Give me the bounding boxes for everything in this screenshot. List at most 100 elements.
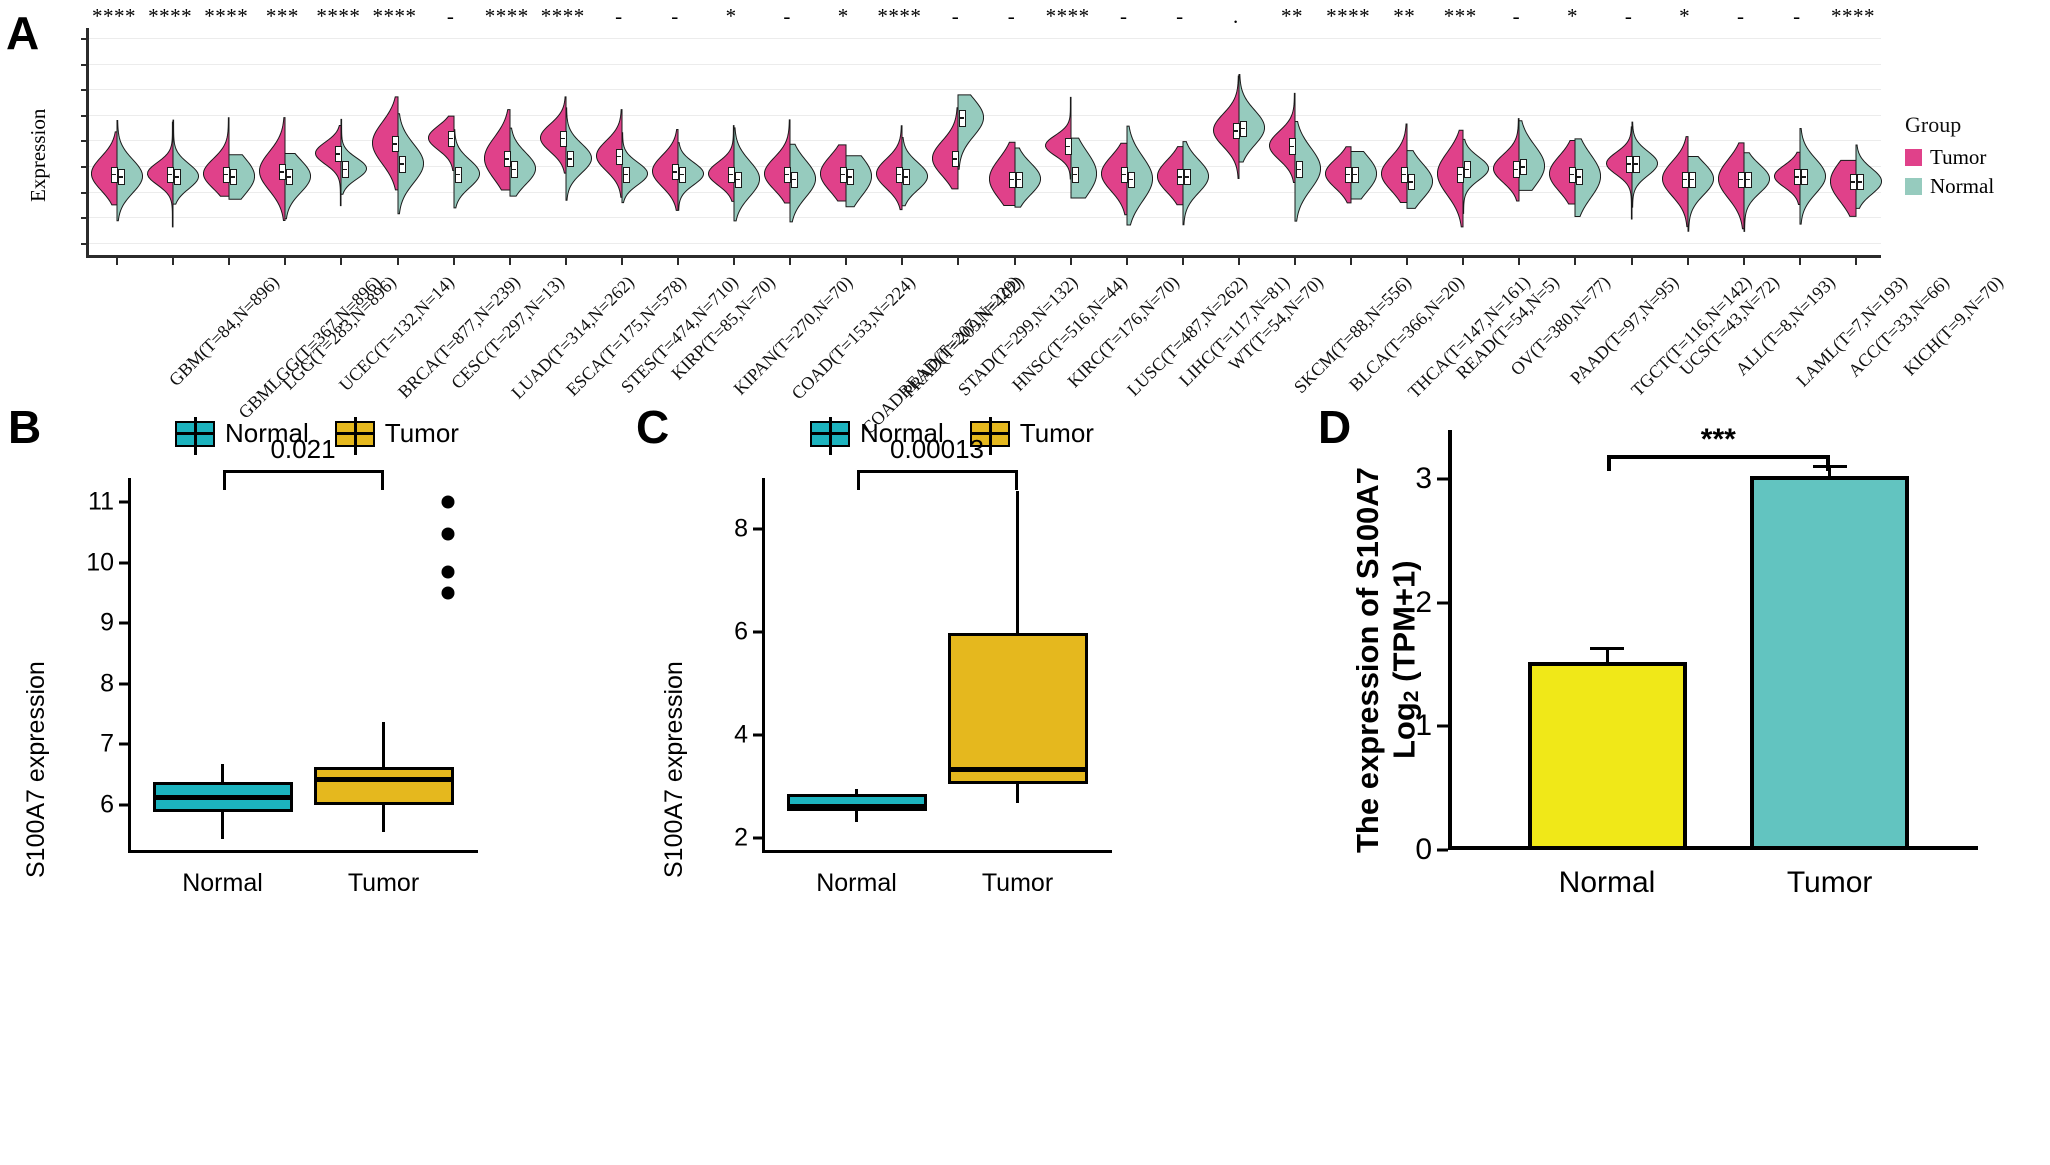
x-tick-mark [957, 258, 960, 265]
violin-shape [1100, 125, 1153, 226]
bracket-left [856, 470, 860, 490]
y-tick-mark [753, 733, 762, 737]
y-tick-mark [1437, 848, 1448, 852]
significance-marker: **** [1830, 4, 1875, 28]
y-tick-mark [81, 89, 89, 92]
violin-pair [1661, 28, 1714, 258]
panel-b-letter: B [8, 401, 42, 453]
significance-marker: **** [877, 4, 922, 28]
violin-half-tumor [932, 107, 959, 190]
violin-median-line [615, 155, 621, 158]
y-tick-mark [81, 63, 89, 66]
violin-median-line [566, 158, 572, 160]
legend-entry-tumor: Tumor [334, 416, 459, 455]
y-tick-label: 2 [1415, 585, 1432, 619]
violin-median-line [622, 173, 628, 176]
y-tick-label: 1 [1415, 709, 1432, 743]
x-tick-mark [1125, 258, 1128, 265]
violin-median-line [286, 176, 292, 178]
significance-marker: *** [265, 4, 299, 28]
y-tick-mark [1437, 601, 1448, 605]
violin-median-line [1345, 173, 1351, 176]
violin-pair [315, 28, 368, 258]
y-tick-label: 4 [734, 720, 748, 749]
x-axis-label-tumor: Tumor [347, 869, 420, 897]
box-tumor [947, 633, 1088, 784]
median-line [152, 795, 293, 800]
x-tick-mark [452, 258, 455, 265]
x-axis-label: GBM(T=84,N=896) [165, 272, 283, 390]
violin-median-line [671, 171, 677, 173]
panel-d-y-axis-label: The expression of S100A7 Log2 (TPM+1) [1350, 460, 1423, 860]
legend-swatch-normal [1905, 178, 1922, 195]
panel-d-y-axis-label-line1: The expression of S100A7 [1350, 467, 1385, 853]
legend-entry-normal: Normal [1905, 174, 1994, 199]
x-tick-mark [620, 258, 623, 265]
violin-pair [764, 28, 817, 258]
violin-pair [539, 28, 592, 258]
significance-marker: - [615, 4, 623, 28]
violin-median-line [111, 173, 117, 176]
panel-a-plot-area [81, 28, 1882, 265]
violin-median-line [1632, 163, 1638, 166]
violin-median-line [1296, 168, 1302, 171]
x-tick-mark [116, 258, 119, 265]
significance-marker: **** [316, 4, 361, 28]
y-tick-label: 11 [88, 487, 114, 516]
violin-median-line [903, 176, 909, 178]
violin-median-line [454, 173, 460, 176]
significance-marker: - [1007, 4, 1016, 28]
legend-entry-tumor: Tumor [1905, 145, 1994, 170]
violin-half-normal [1743, 152, 1770, 232]
violin-half-tumor [203, 117, 230, 197]
box-tumor [313, 767, 454, 805]
median-line [947, 767, 1088, 772]
violin-median-line [1800, 176, 1806, 178]
significance-marker: - [1793, 4, 1801, 28]
bracket-right [1825, 455, 1830, 471]
bar-normal [1527, 662, 1687, 850]
violin-median-line [398, 163, 404, 166]
error-cap-normal [1590, 647, 1624, 651]
x-tick-mark [676, 258, 679, 265]
violin-pair [1437, 28, 1490, 258]
bracket-top [222, 470, 384, 473]
legend-swatch-normal [810, 416, 850, 455]
y-tick-label: 8 [100, 669, 114, 698]
violin-half-tumor [315, 124, 342, 207]
x-tick-mark [340, 258, 343, 265]
violin-median-line [959, 117, 965, 120]
violin-median-line [678, 173, 684, 176]
violin-median-line [1071, 173, 1077, 176]
violin-shape [651, 129, 704, 211]
violin-median-line [1232, 130, 1238, 132]
outlier-point [441, 495, 454, 509]
violin-half-normal [957, 94, 985, 170]
legend-swatch-tumor [334, 416, 375, 455]
significance-marker: - [446, 4, 455, 28]
violin-median-line [1744, 178, 1750, 181]
significance-marker: **** [92, 4, 137, 28]
panel-a-legend: Group Tumor Normal [1905, 112, 1994, 203]
x-tick-mark [564, 258, 567, 265]
violin-median-line [510, 168, 516, 171]
legend-title: Group [1905, 112, 1962, 137]
y-tick-mark [119, 803, 128, 807]
violin-pair [1773, 28, 1826, 258]
x-tick-mark [1013, 258, 1016, 265]
violin-shape [1717, 142, 1770, 232]
x-tick-mark [1350, 258, 1353, 265]
legend-swatch-normal [175, 416, 215, 455]
violin-median-line [1015, 178, 1021, 181]
violin-shape [595, 109, 648, 204]
y-tick-mark [81, 140, 89, 143]
violin-half-normal [1238, 73, 1265, 163]
significance-marker: - [1737, 4, 1745, 28]
violin-median-line [1289, 145, 1295, 148]
significance-marker: . [1233, 4, 1239, 28]
y-tick-mark [81, 114, 89, 117]
violin-median-line [447, 137, 453, 140]
violin-median-line [1793, 176, 1799, 178]
y-tick-mark [81, 166, 89, 168]
violin-shape [1212, 73, 1265, 180]
